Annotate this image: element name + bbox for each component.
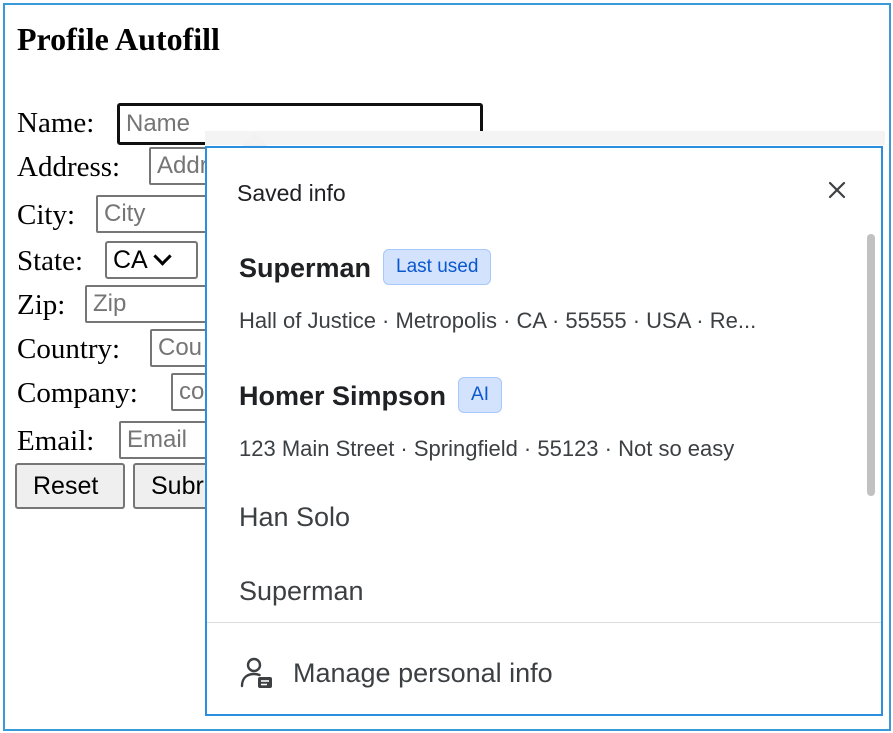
city-row: City: City bbox=[17, 195, 226, 235]
page-title: Profile Autofill bbox=[17, 21, 220, 57]
close-icon[interactable] bbox=[823, 176, 851, 204]
zip-label: Zip: bbox=[17, 289, 66, 321]
suggestion-title: Superman Last used bbox=[239, 249, 492, 288]
email-label: Email: bbox=[17, 425, 95, 457]
suggestion-subtitle: 123 Main Street · Springfield · 55123 · … bbox=[239, 436, 735, 461]
suggestion-item[interactable]: Superman bbox=[239, 576, 364, 607]
state-label: State: bbox=[17, 245, 84, 277]
country-row: Country: Cou bbox=[17, 329, 230, 369]
reset-button[interactable]: Reset bbox=[15, 463, 125, 509]
last-used-badge: Last used bbox=[383, 249, 492, 285]
zip-input[interactable]: Zip bbox=[85, 285, 225, 323]
name-label: Name: bbox=[17, 107, 95, 139]
address-label: Address: bbox=[17, 151, 121, 183]
popup-header: Saved info bbox=[237, 180, 346, 206]
company-label: Company: bbox=[17, 377, 138, 409]
ai-badge: AI bbox=[458, 377, 502, 413]
popup-divider bbox=[207, 622, 881, 623]
person-card-icon bbox=[239, 656, 275, 692]
zip-row: Zip: Zip bbox=[17, 285, 225, 325]
suggestion-name: Superman bbox=[239, 253, 372, 284]
suggestion-subtitle: Hall of Justice · Metropolis · CA · 5555… bbox=[239, 308, 757, 333]
state-row: State: CA bbox=[17, 241, 217, 281]
email-row: Email: Email bbox=[17, 421, 229, 461]
company-row: Company: co bbox=[17, 373, 231, 413]
suggestion-item[interactable]: Han Solo bbox=[239, 502, 350, 533]
manage-personal-info-button[interactable]: Manage personal info bbox=[239, 654, 839, 694]
city-label: City: bbox=[17, 199, 76, 231]
state-select-value: CA bbox=[113, 246, 148, 274]
manage-personal-info-label: Manage personal info bbox=[293, 658, 553, 688]
chevron-down-icon bbox=[153, 247, 172, 266]
suggestion-name: Homer Simpson bbox=[239, 381, 447, 412]
address-row: Address: Addr bbox=[17, 147, 229, 187]
suggestion-title: Homer Simpson AI bbox=[239, 377, 502, 416]
popup-top-strip bbox=[205, 131, 885, 145]
popup-scrollbar[interactable] bbox=[867, 234, 875, 496]
country-label: Country: bbox=[17, 333, 121, 365]
autofill-popup: Saved info Superman Last used Hall of Jus… bbox=[205, 146, 883, 716]
state-select[interactable]: CA bbox=[105, 241, 198, 279]
